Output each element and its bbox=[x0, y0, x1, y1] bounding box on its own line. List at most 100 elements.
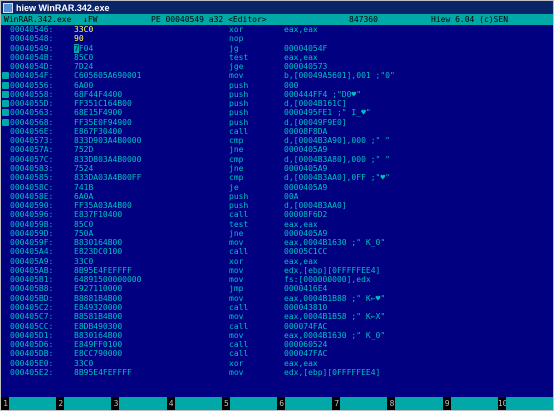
code-line[interactable]: 00040568: FF35E0F94900 push d,[00049F9E0] bbox=[1, 118, 553, 127]
opcode-bytes[interactable]: FF35E0F94900 bbox=[74, 118, 132, 127]
opcode-bytes[interactable]: E849FF0100 bbox=[74, 340, 122, 349]
code-line[interactable]: 000405A9: 33C0 xor eax,eax bbox=[1, 257, 553, 266]
disassembly-view[interactable]: 00040546: 33C0 xor eax,eax 00040548: 90 nop 000… bbox=[1, 25, 553, 397]
operands: eax,eax bbox=[284, 358, 318, 368]
opcode-bytes[interactable]: 741B bbox=[74, 183, 93, 192]
opcode-bytes[interactable]: E837F10400 bbox=[74, 210, 122, 219]
mnemonic: push bbox=[229, 80, 249, 90]
code-line[interactable]: 0004059F: B830164B00 mov eax,0004B1630 ;" K… bbox=[1, 238, 553, 247]
code-line[interactable]: 00040563: 68E15F4900 push 0000495FE1 ;" I_♥… bbox=[1, 108, 553, 117]
fkey-8[interactable]: 8 bbox=[387, 397, 443, 410]
code-line[interactable]: 000405B8: E927110000 jmp 0000416E4 bbox=[1, 284, 553, 293]
opcode-bytes[interactable]: 6A00 bbox=[74, 81, 93, 90]
fkey-4[interactable]: 4 bbox=[166, 397, 222, 410]
code-line[interactable]: 00040590: FF35A03A4B00 push d,[0004B3AA0] bbox=[1, 201, 553, 210]
code-line[interactable]: 00040548: 90 nop bbox=[1, 34, 553, 43]
code-line[interactable]: 000405B1: 64891500000000 mov fs:[000000000]… bbox=[1, 275, 553, 284]
code-line[interactable]: 0004055D: FF351C164B00 push d,[0004B161C] bbox=[1, 99, 553, 108]
opcode-bytes[interactable]: 7D24 bbox=[74, 62, 93, 71]
fkey-7[interactable]: 7 bbox=[332, 397, 388, 410]
opcode-bytes[interactable]: 833DA03A4B00FF bbox=[74, 173, 141, 182]
opcode-bytes[interactable]: B830164B00 bbox=[74, 238, 122, 247]
fkey-3[interactable]: 3 bbox=[111, 397, 167, 410]
mnemonic: call bbox=[229, 321, 249, 331]
opcode-bytes[interactable]: E823DC0100 bbox=[74, 247, 122, 256]
fkey-2[interactable]: 2 bbox=[56, 397, 112, 410]
code-line[interactable]: 000405A4: E823DC0100 call 00005C1CC bbox=[1, 247, 553, 256]
opcode-bytes[interactable]: 750A bbox=[74, 229, 93, 238]
code-line[interactable]: 00040596: E837F10400 call 00008F6D2 bbox=[1, 210, 553, 219]
code-line[interactable]: 0004059B: 85C0 test eax,eax bbox=[1, 220, 553, 229]
opcode-bytes[interactable]: 33C0 bbox=[74, 257, 93, 266]
title-bar[interactable]: hiew WinRAR.342.exe bbox=[1, 1, 553, 14]
code-line[interactable]: 000405E2: 8B95E4FEFFFF mov edx,[ebp][0FFFFF… bbox=[1, 368, 553, 377]
code-line[interactable]: 000405E0: 33C0 xor eax,eax bbox=[1, 359, 553, 368]
code-line[interactable]: 000405BD: B8881B4B00 mov eax,0004B1B88 ;" K… bbox=[1, 294, 553, 303]
code-line[interactable]: 000405DB: E8CC790000 call 000047FAC bbox=[1, 349, 553, 358]
opcode-bytes[interactable]: 64891500000000 bbox=[74, 275, 141, 284]
opcode-bytes[interactable]: 85C0 bbox=[74, 53, 93, 62]
opcode-bytes[interactable]: B8881B4B00 bbox=[74, 294, 122, 303]
opcode-bytes[interactable]: E927110000 bbox=[74, 284, 122, 293]
code-line[interactable]: 0004054F: C605605A690001 mov b,[00049A5601]… bbox=[1, 71, 553, 80]
code-line[interactable]: 000405CC: E8DB490300 call 000074FAC bbox=[1, 322, 553, 331]
opcode-bytes[interactable]: B8581B4B00 bbox=[74, 312, 122, 321]
opcode-bytes[interactable]: FF351C164B00 bbox=[74, 99, 132, 108]
opcode-bytes[interactable]: E8CC790000 bbox=[74, 349, 122, 358]
opcode-bytes[interactable]: E849320000 bbox=[74, 303, 122, 312]
operands: 0000405A9 bbox=[284, 163, 328, 173]
opcode-bytes[interactable]: 6A0A bbox=[74, 192, 93, 201]
mnemonic: jne bbox=[229, 163, 244, 173]
fkey-9[interactable]: 9 bbox=[442, 397, 498, 410]
code-line[interactable]: 0004057A: 752D jne 0000405A9 bbox=[1, 145, 553, 154]
code-line[interactable]: 0004054B: 85C0 test eax,eax bbox=[1, 53, 553, 62]
opcode-bytes[interactable]: 752D bbox=[74, 145, 93, 154]
code-line[interactable]: 00040546: 33C0 xor eax,eax bbox=[1, 25, 553, 34]
bookmark-marker bbox=[2, 184, 9, 191]
opcode-bytes[interactable]: 833D803A4B0000 bbox=[74, 155, 141, 164]
opcode-bytes[interactable]: 33C0 bbox=[74, 25, 93, 34]
code-line[interactable]: 00040573: 833D903A4B0000 cmp d,[0004B3A90],… bbox=[1, 136, 553, 145]
code-line[interactable]: 00040583: 7524 jne 0000405A9 bbox=[1, 164, 553, 173]
code-line[interactable]: 000405AB: 8B95E4FEFFFF mov edx,[ebp][0FFFFF… bbox=[1, 266, 553, 275]
opcode-bytes[interactable]: 8B95E4FEFFFF bbox=[74, 266, 132, 275]
opcode-bytes[interactable]: 68F44F4400 bbox=[74, 90, 122, 99]
opcode-bytes[interactable]: 7524 bbox=[74, 164, 93, 173]
fkey-5[interactable]: 5 bbox=[221, 397, 278, 410]
opcode-bytes[interactable]: FF35A03A4B00 bbox=[74, 201, 132, 210]
fkey-1[interactable]: 1 bbox=[1, 397, 57, 410]
bookmark-marker bbox=[2, 90, 9, 98]
opcode-bytes[interactable]: 85C0 bbox=[74, 220, 93, 229]
code-line[interactable]: 00040549: 7F04 jg 00004054F bbox=[1, 43, 553, 53]
opcode-bytes[interactable]: B830164B00 bbox=[74, 331, 122, 340]
fkey-10[interactable]: 10 bbox=[497, 397, 554, 410]
opcode-bytes[interactable]: E867F30400 bbox=[74, 127, 122, 136]
opcode-bytes[interactable]: E8DB490300 bbox=[74, 322, 122, 331]
opcode-bytes[interactable]: 33C0 bbox=[74, 359, 93, 368]
code-line[interactable]: 000405D6: E849FF0100 call 000060524 bbox=[1, 340, 553, 349]
code-line[interactable]: 00040556: 6A00 push 000 bbox=[1, 81, 553, 90]
code-line[interactable]: 0004058C: 741B je 0000405A9 bbox=[1, 183, 553, 192]
opcode-bytes[interactable]: C605605A690001 bbox=[74, 71, 141, 80]
code-line[interactable]: 0004057C: 833D803A4B0000 cmp d,[0004B3A80],… bbox=[1, 155, 553, 164]
code-line[interactable]: 0004059D: 750A jne 0000405A9 bbox=[1, 229, 553, 238]
code-line[interactable]: 000405C7: B8581B4B00 mov eax,0004B1B58 ;" K… bbox=[1, 312, 553, 321]
opcode-bytes[interactable]: 833D903A4B0000 bbox=[74, 136, 141, 145]
code-line[interactable]: 000405D1: B830164B00 mov eax,0004B1630 ;" K… bbox=[1, 331, 553, 340]
fkey-6[interactable]: 6 bbox=[277, 397, 333, 410]
fkey-number: 10 bbox=[497, 397, 508, 410]
code-line[interactable]: 0004058E: 6A0A push 00A bbox=[1, 192, 553, 201]
bookmark-marker bbox=[2, 313, 9, 320]
code-line[interactable]: 00040558: 68F44F4400 push 000444FF4 ;"D0♥" bbox=[1, 90, 553, 99]
opcode-bytes[interactable]: 90 bbox=[74, 34, 84, 43]
code-line[interactable]: 0004056E: E867F30400 call 00008F8DA bbox=[1, 127, 553, 136]
fkey-number: 9 bbox=[442, 397, 451, 410]
fkey-number: 4 bbox=[166, 397, 175, 410]
opcode-bytes[interactable]: 8B95E4FEFFFF bbox=[74, 368, 132, 377]
code-line[interactable]: 0004054D: 7D24 jge 000040573 bbox=[1, 62, 553, 71]
code-line[interactable]: 000405C2: E849320000 call 000043810 bbox=[1, 303, 553, 312]
mnemonic: mov bbox=[229, 275, 244, 285]
opcode-bytes[interactable]: 68E15F4900 bbox=[74, 108, 122, 117]
opcode-bytes[interactable]: 7F04 bbox=[74, 43, 93, 53]
code-line[interactable]: 00040585: 833DA03A4B00FF cmp d,[0004B3AA0],… bbox=[1, 173, 553, 182]
